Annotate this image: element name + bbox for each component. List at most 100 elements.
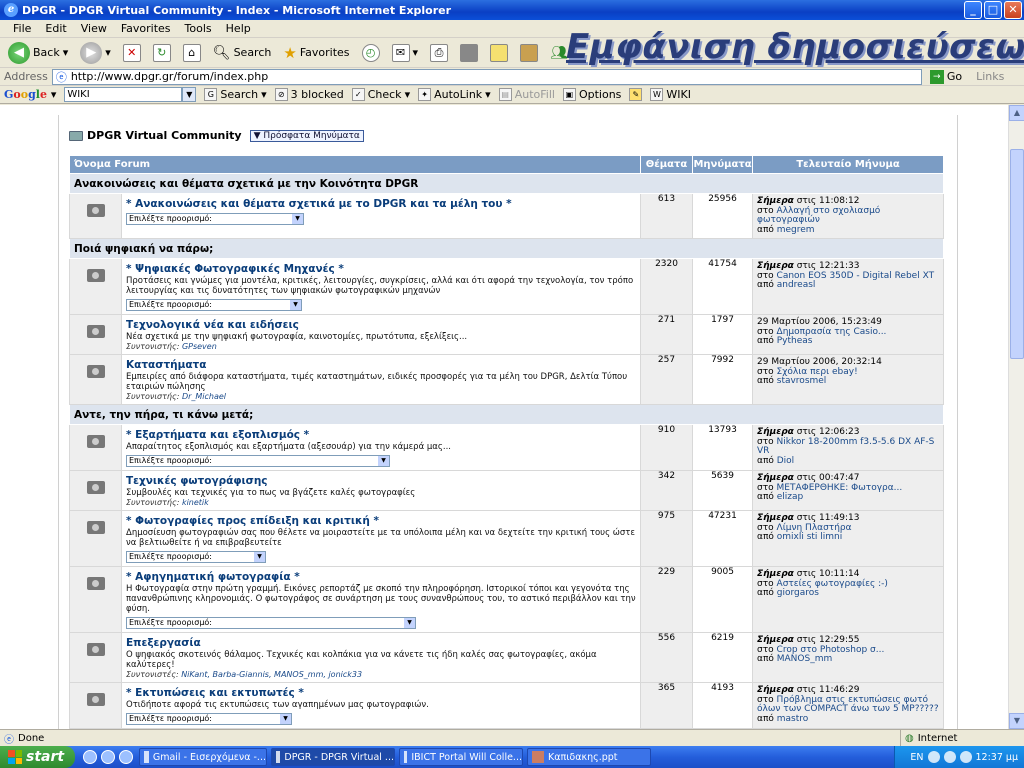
highlight-button[interactable]: ✎	[629, 88, 643, 101]
moderator-links[interactable]: Dr_Michael	[182, 392, 226, 401]
destination-select[interactable]: Επιλέξτε προορισμό: ▼	[126, 213, 304, 225]
google-search-input[interactable]: WIKI	[64, 87, 183, 102]
menu-view[interactable]: View	[74, 22, 114, 35]
autofill-button[interactable]: ▤ AutoFill	[498, 88, 555, 101]
task-gmail[interactable]: Gmail - Εισερχόμενα -...	[139, 748, 267, 766]
category-title[interactable]: Ανακοινώσεις και θέματα σχετικά με την Κ…	[68, 173, 945, 194]
stop-button[interactable]: ✕	[119, 42, 145, 64]
mail-button[interactable]: ✉ ▾	[388, 42, 423, 64]
forum-title-link[interactable]: * Εξαρτήματα και εξοπλισμός *	[126, 429, 636, 441]
go-button[interactable]: → Go	[929, 69, 962, 84]
menu-favorites[interactable]: Favorites	[114, 22, 178, 35]
spellcheck-button[interactable]: ✓ Check ▾	[351, 88, 410, 101]
last-post-topic-link[interactable]: Αλλαγή στο σχολιασμό φωτογραφιών	[757, 206, 880, 226]
category-title[interactable]: Αντε, την πήρα, τι κάνω μετά;	[68, 404, 945, 425]
forum-title-link[interactable]: * Εκτυπώσεις και εκτυπωτές *	[126, 687, 636, 699]
last-post-user-link[interactable]: Pytheas	[777, 336, 813, 346]
autolink-button[interactable]: ✦ AutoLink ▾	[418, 88, 491, 101]
favorites-button[interactable]: ★ Favorites	[279, 42, 353, 64]
forum-title-link[interactable]: Καταστήματα	[126, 359, 636, 371]
destination-select[interactable]: Επιλέξτε προορισμό: ▼	[126, 299, 302, 311]
forum-title-link[interactable]: Επεξεργασία	[126, 637, 636, 649]
quicklaunch-media-icon[interactable]	[119, 750, 133, 764]
last-post-topic-link[interactable]: Nikkor 18-200mm f3.5-5.6 DX AF-S VR	[757, 437, 934, 457]
volume-icon[interactable]	[959, 751, 972, 763]
wiki-button[interactable]: W WIKI	[650, 88, 691, 101]
last-post-user-link[interactable]: stavrosmel	[777, 376, 827, 386]
last-post-topic-link[interactable]: Σχόλια περι ebay!	[777, 367, 858, 377]
quicklaunch-desktop-icon[interactable]	[101, 750, 115, 764]
tray-icon[interactable]	[927, 751, 940, 763]
moderator-links[interactable]: GPseven	[182, 342, 217, 351]
forum-title-link[interactable]: Τεχνολογικά νέα και ειδήσεις	[126, 319, 636, 331]
google-search-button[interactable]: G Search ▾	[204, 88, 267, 101]
google-logo[interactable]: Google ▾	[4, 88, 56, 101]
last-post-topic-link[interactable]: Δημοπρασία της Casio...	[777, 327, 887, 337]
links-button[interactable]: Links	[976, 70, 1004, 83]
google-search-box: WIKI ▼	[64, 87, 197, 102]
discuss-button[interactable]	[486, 42, 512, 64]
last-post-user-link[interactable]: mastro	[777, 714, 809, 724]
last-post-user-link[interactable]: andreasl	[777, 280, 816, 290]
forum-title-link[interactable]: * Ψηφιακές Φωτογραφικές Μηχανές *	[126, 263, 636, 275]
menu-file[interactable]: File	[6, 22, 38, 35]
print-button[interactable]: ⎙	[426, 42, 452, 64]
google-dropdown-button[interactable]: ▼	[182, 87, 197, 102]
last-post-user-link[interactable]: MANOS_mm	[777, 654, 833, 664]
history-button[interactable]: ◴	[358, 42, 384, 64]
vertical-scrollbar[interactable]: ▲ ▼	[1008, 105, 1024, 729]
forum-title-link[interactable]: * Αφηγηματική φωτογραφία *	[126, 571, 636, 583]
forum-title-link[interactable]: * Ανακοινώσεις και θέματα σχετικά με το …	[126, 198, 636, 210]
last-post-user-link[interactable]: Diol	[777, 456, 794, 466]
scrollbar-thumb[interactable]	[1010, 149, 1024, 359]
maximize-button[interactable]: □	[984, 1, 1002, 19]
scroll-up-arrow[interactable]: ▲	[1009, 105, 1024, 121]
last-post-user-link[interactable]: elizap	[777, 492, 804, 502]
last-post-topic-link[interactable]: Canon EOS 350D - Digital Rebel XT	[777, 271, 935, 281]
last-post-topic-link[interactable]: ΜΕΤΑΦΕΡΘΗΚΕ: Φωτογρα...	[777, 483, 903, 493]
moderator-links[interactable]: NiKant, Barba-Giannis, MANOS_mm, jonick3…	[181, 670, 362, 679]
menu-tools[interactable]: Tools	[178, 22, 219, 35]
destination-select[interactable]: Επιλέξτε προορισμό: ▼	[126, 455, 390, 467]
edit-button[interactable]	[456, 42, 482, 64]
last-post-user-link[interactable]: omixli sti limni	[777, 532, 843, 542]
destination-select[interactable]: Επιλέξτε προορισμό: ▼	[126, 713, 292, 725]
last-post-topic-link[interactable]: Πρόβλημα στις εκτυπώσεις φωτό όλων των C…	[757, 695, 939, 715]
forward-button[interactable]: ▶ ▾	[76, 40, 115, 66]
recent-posts-button[interactable]: ▼ Πρόσφατα Μηνύματα	[249, 129, 364, 142]
destination-select[interactable]: Επιλέξτε προορισμό: ▼	[126, 551, 266, 563]
popup-blocker-button[interactable]: ⊘ 3 blocked	[274, 88, 344, 101]
menu-edit[interactable]: Edit	[38, 22, 73, 35]
last-post-topic-link[interactable]: Αστείες φωτογραφίες :-)	[777, 579, 888, 589]
topics-count: 975	[640, 510, 694, 567]
language-indicator[interactable]: EN	[910, 752, 923, 763]
search-button[interactable]: 🔍︎ Search	[209, 43, 276, 63]
research-button[interactable]	[516, 42, 542, 64]
window-titlebar[interactable]: e DPGR - DPGR Virtual Community - Index …	[0, 0, 1024, 20]
moderator-links[interactable]: kinetik	[182, 498, 209, 507]
breadcrumb-link[interactable]: DPGR Virtual Community	[87, 129, 242, 142]
tray-icon[interactable]	[943, 751, 956, 763]
scroll-down-arrow[interactable]: ▼	[1009, 713, 1024, 729]
category-title[interactable]: Ποιά ψηφιακή να πάρω;	[68, 238, 945, 259]
forum-title-link[interactable]: * Φωτογραφίες προς επίδειξη και κριτική …	[126, 515, 636, 527]
destination-select[interactable]: Επιλέξτε προορισμό: ▼	[126, 617, 416, 629]
options-button[interactable]: ▣ Options	[562, 88, 621, 101]
menu-help[interactable]: Help	[219, 22, 258, 35]
home-button[interactable]: ⌂	[179, 42, 205, 64]
task-ibict[interactable]: IBICT Portal Will Colle...	[399, 748, 523, 766]
quicklaunch-ie-icon[interactable]	[83, 750, 97, 764]
last-post-user-link[interactable]: megrem	[777, 225, 815, 235]
forum-title-link[interactable]: Τεχνικές φωτογράφισης	[126, 475, 636, 487]
last-post-topic-link[interactable]: Crop στο Photoshop σ...	[777, 645, 885, 655]
start-button[interactable]: start	[0, 746, 75, 768]
last-post-topic-link[interactable]: Λίμνη Πλαστήρα	[777, 523, 852, 533]
task-dpgr[interactable]: DPGR - DPGR Virtual ...	[271, 748, 395, 766]
close-button[interactable]: ✕	[1004, 1, 1022, 19]
refresh-button[interactable]: ↻	[149, 42, 175, 64]
task-powerpoint[interactable]: Καπιδακης.ppt	[527, 748, 651, 766]
back-button[interactable]: ◀ Back ▾	[4, 40, 72, 66]
minimize-button[interactable]: _	[964, 1, 982, 19]
address-input[interactable]: ⓔ http://www.dpgr.gr/forum/index.php	[51, 68, 922, 85]
last-post-user-link[interactable]: giorgaros	[777, 588, 819, 598]
